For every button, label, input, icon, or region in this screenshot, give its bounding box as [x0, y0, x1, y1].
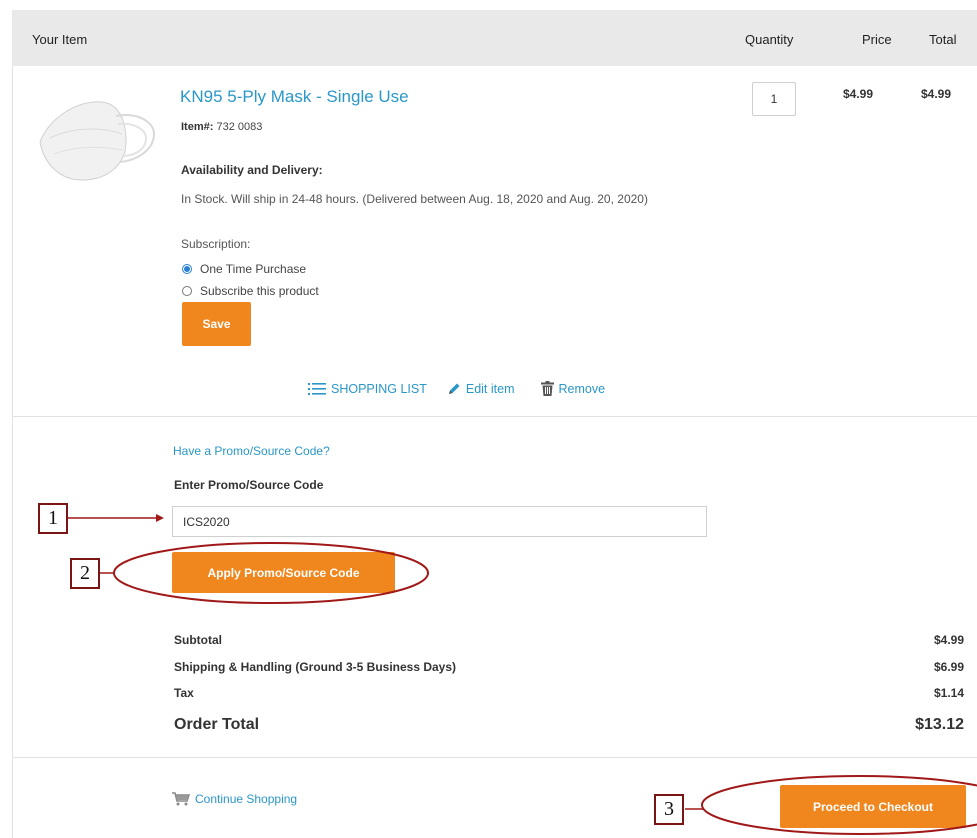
- list-icon: [308, 382, 326, 395]
- promo-toggle-link[interactable]: Have a Promo/Source Code?: [173, 444, 330, 458]
- callout-1-box: 1: [38, 503, 68, 534]
- divider: [12, 416, 977, 417]
- option-one-time[interactable]: One Time Purchase: [182, 262, 306, 276]
- header-total: Total: [929, 32, 957, 47]
- continue-shopping-link[interactable]: Continue Shopping: [172, 792, 297, 806]
- cart-icon: [172, 792, 190, 806]
- order-total-value: $13.12: [915, 716, 964, 733]
- callout-3-box: 3: [654, 794, 684, 825]
- remove-link[interactable]: Remove: [540, 381, 606, 396]
- product-title-link[interactable]: KN95 5-Ply Mask - Single Use: [180, 87, 409, 107]
- shipping-label: Shipping & Handling (Ground 3-5 Business…: [174, 660, 457, 674]
- item-price: $4.99: [843, 87, 874, 101]
- order-total-label: Order Total: [174, 716, 260, 733]
- option-label: Subscribe this product: [200, 284, 319, 298]
- shipping-row: Shipping & Handling (Ground 3-5 Business…: [174, 660, 964, 674]
- callout-1-arrowhead: [156, 514, 164, 522]
- continue-shopping-label: Continue Shopping: [195, 792, 298, 806]
- edit-item-link[interactable]: Edit item: [447, 382, 515, 396]
- divider: [12, 757, 977, 758]
- order-total-row: Order Total $13.12: [174, 716, 964, 734]
- header-quantity: Quantity: [745, 32, 794, 47]
- tax-value: $1.14: [933, 686, 964, 700]
- tax-label: Tax: [174, 686, 194, 700]
- tax-row: Tax $1.14: [174, 686, 964, 700]
- remove-label: Remove: [558, 381, 606, 396]
- subtotal-label: Subtotal: [174, 633, 222, 647]
- left-border: [12, 66, 13, 838]
- edit-item-label: Edit item: [465, 381, 515, 396]
- option-subscribe[interactable]: Subscribe this product: [182, 284, 319, 298]
- subtotal-row: Subtotal $4.99: [174, 633, 964, 647]
- item-total: $4.99: [921, 87, 952, 101]
- promo-code-input[interactable]: [172, 506, 707, 537]
- subtotal-value: $4.99: [933, 633, 964, 647]
- item-number-label: Item#:: [181, 121, 214, 133]
- quantity-input[interactable]: [752, 82, 796, 116]
- availability-text: In Stock. Will ship in 24-48 hours. (Del…: [181, 192, 648, 206]
- subscription-label: Subscription:: [181, 237, 251, 251]
- shopping-list-button[interactable]: SHOPPING LIST: [308, 382, 427, 396]
- cart-table-header: Your Item Quantity Price Total: [12, 10, 977, 66]
- shipping-value: $6.99: [933, 660, 964, 674]
- shopping-list-label: SHOPPING LIST: [331, 381, 427, 396]
- option-label: One Time Purchase: [200, 262, 307, 276]
- product-image[interactable]: [30, 92, 160, 184]
- save-button[interactable]: Save: [182, 302, 251, 346]
- radio-unselected[interactable]: [182, 286, 192, 296]
- proceed-to-checkout-button[interactable]: Proceed to Checkout: [780, 785, 966, 828]
- callout-2-box: 2: [70, 558, 100, 589]
- apply-promo-button[interactable]: Apply Promo/Source Code: [172, 552, 395, 593]
- header-your-item: Your Item: [32, 32, 88, 47]
- promo-label: Enter Promo/Source Code: [174, 478, 324, 492]
- header-price: Price: [862, 32, 892, 47]
- radio-selected[interactable]: [182, 264, 192, 274]
- availability-heading: Availability and Delivery:: [181, 163, 323, 177]
- item-number: Item#: 732 0083: [181, 121, 262, 133]
- pencil-icon: [448, 383, 460, 394]
- item-actions: SHOPPING LIST Edit item Remove: [308, 381, 605, 396]
- item-number-value: 732 0083: [216, 121, 263, 133]
- trash-icon: [540, 381, 554, 396]
